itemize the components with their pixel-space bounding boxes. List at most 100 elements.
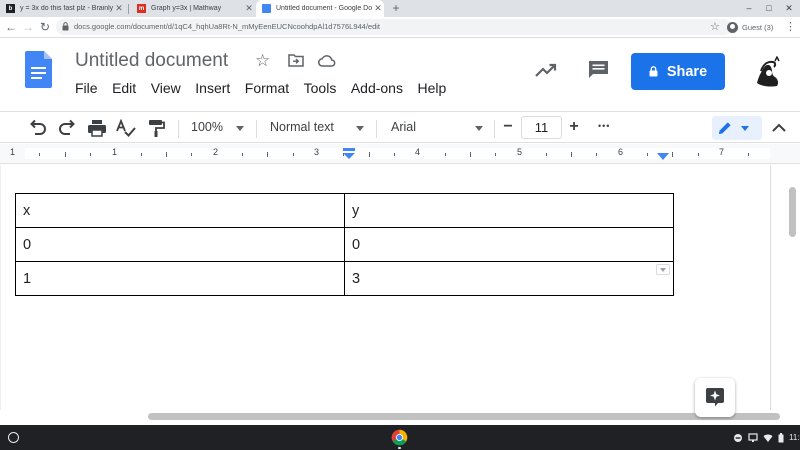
maximize-icon[interactable]: □ [760, 0, 778, 17]
chevron-down-icon [356, 126, 364, 131]
brainly-icon: b [6, 4, 15, 13]
wifi-icon [763, 434, 773, 442]
status-tray[interactable]: 11:36 [733, 430, 800, 445]
font-family-select[interactable]: Arial [391, 120, 416, 134]
document-title[interactable]: Untitled document [75, 50, 228, 72]
close-icon[interactable]: ✕ [243, 3, 255, 14]
menu-help[interactable]: Help [417, 80, 446, 98]
tab-title: Graph y=3x | Mathway [151, 5, 222, 12]
menu-tools[interactable]: Tools [304, 80, 337, 98]
browser-toolbar: ← → ↻ docs.google.com/document/d/1qC4_hq… [0, 17, 800, 38]
ruler-tick [672, 152, 673, 157]
back-icon[interactable]: ← [4, 20, 18, 34]
left-indent-marker[interactable] [342, 147, 356, 161]
ruler-tick [445, 153, 446, 156]
data-table: x y 0 0 1 3 [15, 193, 674, 296]
redo-icon[interactable] [57, 119, 77, 137]
toolbar-divider [178, 120, 179, 138]
cell-dropdown-icon[interactable] [656, 264, 670, 275]
table-cell[interactable]: y [344, 193, 674, 228]
page-edge [770, 165, 771, 410]
vertical-scroll-thumb[interactable] [789, 187, 796, 237]
lock-icon [649, 66, 658, 77]
undo-icon[interactable] [28, 119, 48, 137]
paragraph-style-select[interactable]: Normal text [270, 120, 334, 134]
ruler-number: 6 [618, 147, 624, 157]
tab-google-docs[interactable]: Untitled document - Google Doc ✕ [256, 0, 384, 17]
docs-logo-icon[interactable] [25, 51, 52, 88]
ruler-tick [65, 152, 66, 157]
collapse-menus-icon[interactable] [770, 119, 788, 137]
share-button[interactable]: Share [631, 53, 725, 90]
formatting-toolbar: 100% Normal text Arial − 11 + ••• [0, 111, 800, 143]
editing-mode-button[interactable] [712, 116, 762, 140]
docs-menu-bar: File Edit View Insert Format Tools Add-o… [75, 80, 461, 98]
close-icon[interactable]: ✕ [113, 3, 125, 14]
battery-icon [778, 432, 784, 442]
toolbar-divider [494, 120, 495, 138]
table-cell[interactable]: 0 [15, 227, 345, 262]
table-cell[interactable]: x [15, 193, 345, 228]
ruler-tick [39, 153, 40, 156]
toolbar-divider [376, 120, 377, 138]
chrome-icon[interactable] [391, 429, 408, 446]
account-avatar[interactable] [749, 53, 785, 89]
font-size-input[interactable]: 11 [521, 116, 562, 139]
forward-icon[interactable]: → [21, 20, 35, 34]
new-tab-button[interactable]: + [389, 0, 403, 17]
ruler-number: 1 [112, 147, 118, 157]
explore-button[interactable] [695, 378, 735, 417]
tab-mathway[interactable]: m Graph y=3x | Mathway ✕ [131, 0, 255, 17]
page-edge [0, 165, 1, 410]
launcher-icon[interactable] [8, 432, 19, 443]
ruler-tick [546, 153, 547, 156]
menu-add-ons[interactable]: Add-ons [351, 80, 403, 98]
ethernet-icon [748, 432, 758, 442]
tab-divider [128, 4, 129, 14]
star-icon[interactable]: ☆ [255, 51, 270, 71]
ruler-tick [647, 153, 648, 156]
ruler-tick [166, 152, 167, 157]
chevron-down-icon [236, 126, 244, 131]
comment-icon[interactable] [588, 60, 609, 79]
increase-font-size-button[interactable]: + [566, 118, 582, 136]
menu-file[interactable]: File [75, 80, 98, 98]
avatar-image [757, 55, 780, 87]
table-cell[interactable]: 3 [344, 261, 674, 296]
table-cell[interactable]: 1 [15, 261, 345, 296]
browser-menu-icon[interactable]: ⋮ [785, 20, 796, 33]
toolbar-divider [256, 120, 257, 138]
clock: 11:36 [789, 433, 800, 442]
minimize-icon[interactable]: – [740, 0, 758, 17]
activity-trend-icon[interactable] [535, 62, 557, 78]
chevron-down-icon [741, 126, 749, 131]
tab-title: y = 3x do this fast plz - Brainly.c [20, 5, 113, 12]
cloud-saved-icon[interactable] [318, 54, 336, 67]
more-options-button[interactable]: ••• [598, 121, 610, 131]
reload-icon[interactable]: ↻ [38, 20, 52, 34]
right-indent-marker[interactable] [657, 152, 669, 162]
print-icon[interactable] [87, 119, 107, 137]
tab-brainly[interactable]: b y = 3x do this fast plz - Brainly.c ✕ [0, 0, 125, 17]
horizontal-scroll-thumb[interactable] [148, 413, 780, 420]
menu-insert[interactable]: Insert [195, 80, 230, 98]
paint-format-icon[interactable] [146, 119, 166, 137]
move-folder-icon[interactable] [288, 53, 304, 67]
menu-edit[interactable]: Edit [112, 80, 136, 98]
zoom-select[interactable]: 100% [191, 120, 223, 134]
close-icon[interactable]: ✕ [372, 3, 384, 14]
table-cell[interactable]: 0 [344, 227, 674, 262]
ruler: 1 1 2 3 4 5 6 7 [0, 144, 800, 164]
address-bar[interactable]: docs.google.com/document/d/1qC4_hqhUa8Rt… [56, 19, 732, 35]
profile-button[interactable]: Guest (3) [727, 20, 773, 34]
menu-view[interactable]: View [151, 80, 181, 98]
url-text: docs.google.com/document/d/1qC4_hqhUa8Rt… [74, 22, 381, 31]
bookmark-star-icon[interactable]: ☆ [710, 20, 720, 33]
ruler-tick [698, 153, 699, 156]
decrease-font-size-button[interactable]: − [500, 118, 516, 136]
spellcheck-icon[interactable] [116, 119, 136, 137]
docs-icon [262, 4, 271, 13]
close-window-icon[interactable]: ✕ [780, 0, 798, 17]
ruler-number: 2 [213, 147, 219, 157]
menu-format[interactable]: Format [245, 80, 289, 98]
